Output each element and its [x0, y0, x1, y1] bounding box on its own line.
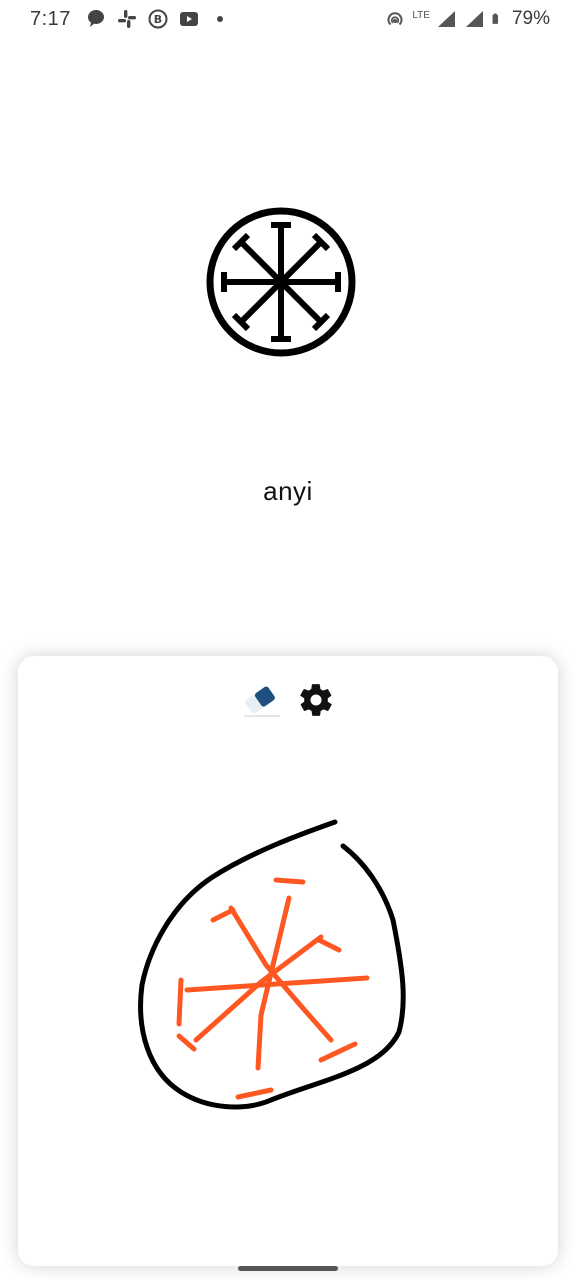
hotspot-icon — [387, 12, 403, 26]
b-badge-icon: B — [148, 9, 168, 29]
signal-icon — [437, 11, 455, 27]
slack-icon — [117, 10, 136, 28]
eraser-button[interactable] — [238, 678, 282, 722]
chat-bubble-icon — [87, 10, 104, 28]
wheel-glyph — [203, 205, 359, 359]
svg-text:B: B — [154, 13, 162, 26]
dot-icon — [216, 16, 223, 22]
status-time: 7:17 — [30, 7, 71, 30]
settings-button[interactable] — [294, 678, 338, 722]
drawing-toolbar — [21, 678, 555, 722]
signal-icon-2 — [465, 11, 483, 27]
gear-icon — [300, 684, 332, 716]
network-type: LTE — [412, 10, 430, 21]
orange-strokes — [176, 877, 370, 1100]
battery-percent: 79% — [511, 8, 550, 29]
status-bar: 7:17 B LTE 79% — [0, 0, 576, 38]
battery-icon — [492, 13, 498, 24]
glyph-svg — [206, 207, 356, 357]
prompt-word: anyi — [263, 476, 313, 506]
sketch-svg — [138, 819, 406, 1110]
youtube-icon — [179, 12, 198, 26]
gesture-bar[interactable] — [238, 1266, 338, 1271]
eraser-icon — [244, 686, 280, 717]
drawing-card — [21, 660, 555, 1258]
drawing-canvas[interactable] — [21, 740, 555, 1258]
